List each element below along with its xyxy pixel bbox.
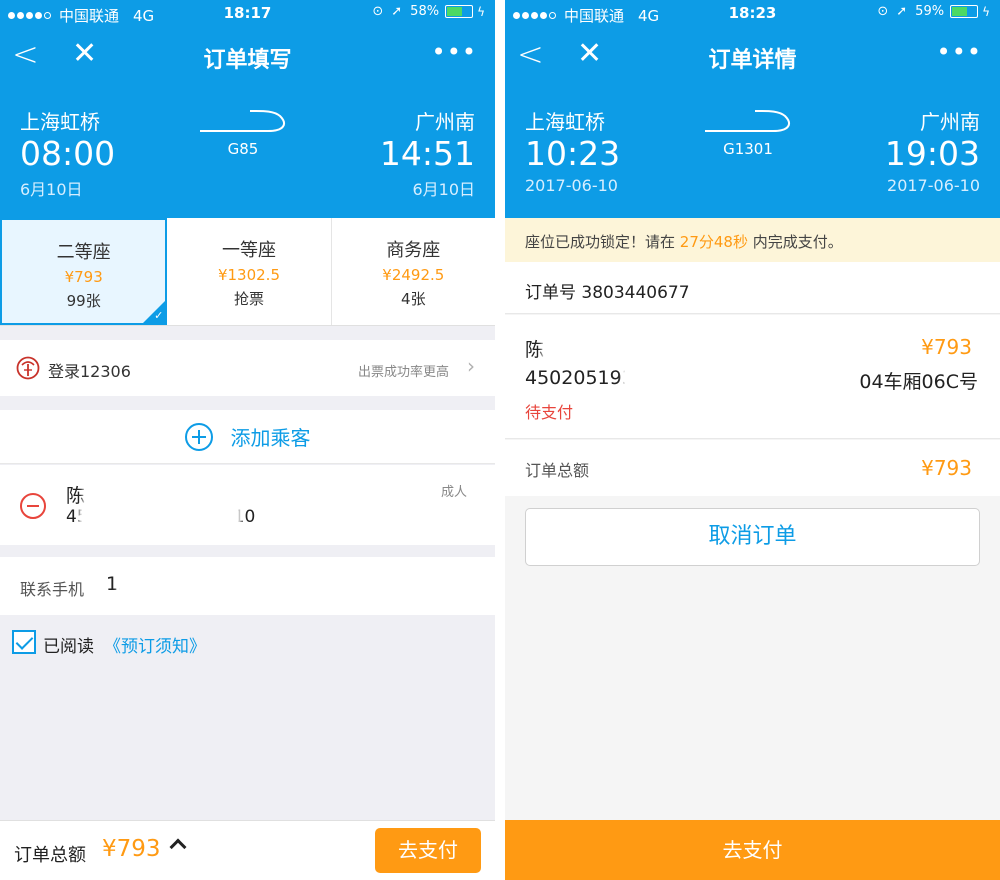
chevron-up-icon[interactable] <box>169 838 187 856</box>
seat-availability: 99张 <box>66 292 101 310</box>
passenger-type: 成人 <box>440 485 467 500</box>
payment-countdown-notice: 座位已成功锁定！请在 27分48秒 内完成支付。 <box>505 218 1000 262</box>
cancel-order-button[interactable]: 取消订单 <box>525 508 980 566</box>
add-circle-icon <box>184 422 213 451</box>
contact-phone-row[interactable]: 联系手机 1301 78 <box>0 557 495 615</box>
departure-station: 上海虹桥 <box>525 110 605 134</box>
pay-button[interactable]: 去支付 <box>375 828 481 873</box>
trip-header: 上海虹桥 08:00 6月10日 G85 广州南 14:51 6月10日 <box>0 86 495 218</box>
status-bar: 中国联通 4G 18:23 ⊙ ➚ 59% ϟ <box>505 0 1000 28</box>
train-number: G85 <box>227 140 259 158</box>
orientation-lock-icon: ⊙ <box>372 4 384 19</box>
seat-type-selector: 二等座 ¥793 99张 ✓ 一等座 ¥1302.5 抢票 商务座 ¥2492.… <box>0 218 495 326</box>
redaction-mask <box>82 507 238 531</box>
check-icon: ✓ <box>154 309 164 322</box>
chevron-right-icon: › <box>467 354 475 378</box>
redaction-mask <box>86 479 124 505</box>
departure-station: 上海虹桥 <box>20 110 100 134</box>
orientation-lock-icon: ⊙ <box>877 4 889 19</box>
location-arrow-icon: ➚ <box>896 4 908 19</box>
passenger-item: 陈 龙 4502051830020 4810 成人 <box>0 465 495 545</box>
agreement-row: 已阅读 《预订须知》 <box>0 615 495 671</box>
remove-passenger-icon[interactable] <box>20 493 46 519</box>
railway-logo-icon <box>16 356 40 380</box>
ticket-item: 陈 龙 ¥793 450205193 4810 04车厢06C号 待支付 <box>505 315 1000 439</box>
login-12306-row[interactable]: 登录12306 出票成功率更高 › <box>0 340 495 396</box>
seat-option-second-class[interactable]: 二等座 ¥793 99张 ✓ <box>0 218 168 325</box>
page-title: 订单详情 <box>708 48 797 73</box>
redaction-mask <box>545 333 589 361</box>
arrival-date: 6月10日 <box>412 180 475 199</box>
charging-icon: ϟ <box>477 4 485 19</box>
seat-price: ¥2492.5 <box>382 266 445 284</box>
total-amount: ¥793 <box>102 836 161 862</box>
seat-number: 04车厢06C号 <box>859 371 978 393</box>
departure-time: 08:00 <box>20 134 116 173</box>
screen-divider <box>495 0 505 880</box>
departure-date: 6月10日 <box>20 180 83 199</box>
seat-name: 商务座 <box>386 240 441 261</box>
seat-price: ¥1302.5 <box>217 266 280 284</box>
agreement-label: 已阅读 <box>43 637 94 657</box>
battery-icon <box>445 5 474 18</box>
arrival-date: 2017-06-10 <box>887 176 980 195</box>
booking-terms-link[interactable]: 《预订须知》 <box>104 632 206 657</box>
contact-phone-label: 联系手机 <box>20 580 85 599</box>
total-amount: ¥793 <box>921 456 972 480</box>
order-total-row: 订单总额 ¥793 <box>505 440 1000 496</box>
seat-option-first-class[interactable]: 一等座 ¥1302.5 抢票 <box>167 218 332 325</box>
battery-percent: 58% <box>410 4 440 19</box>
arrival-time: 19:03 <box>884 134 980 173</box>
login-hint: 出票成功率更高 <box>357 365 449 380</box>
seat-name: 二等座 <box>56 242 111 263</box>
redaction-mask <box>625 365 713 393</box>
order-number: 订单号 3803440677 <box>525 283 690 303</box>
departure-time: 10:23 <box>525 134 621 173</box>
trip-header: 上海虹桥 10:23 2017-06-10 G1301 广州南 19:03 20… <box>505 86 1000 218</box>
add-passenger-button[interactable]: 添加乘客 <box>0 410 495 464</box>
train-number: G1301 <box>723 140 773 158</box>
payment-status: 待支付 <box>525 403 574 422</box>
train-icon <box>705 110 790 132</box>
agreement-checkbox[interactable] <box>12 630 36 654</box>
login-label: 登录12306 <box>48 362 131 381</box>
checkout-bar: 订单总额 ¥793 去支付 <box>0 820 495 880</box>
departure-date: 2017-06-10 <box>525 176 618 195</box>
battery-percent: 59% <box>915 4 945 19</box>
total-label: 订单总额 <box>14 845 86 866</box>
order-detail-screen: 中国联通 4G 18:23 ⊙ ➚ 59% ϟ < ✕ 订单详情 ••• 上海虹… <box>505 0 1000 880</box>
nav-bar: < ✕ 订单详情 ••• <box>505 28 1000 86</box>
location-arrow-icon: ➚ <box>391 4 403 19</box>
battery-icon <box>950 5 979 18</box>
pay-button[interactable]: 去支付 <box>505 820 1000 880</box>
countdown-time: 27分48秒 <box>679 233 748 251</box>
add-passenger-label: 添加乘客 <box>230 426 311 450</box>
seat-availability: 4张 <box>401 290 426 308</box>
notice-suffix: 内完成支付。 <box>747 233 843 251</box>
order-number-row: 订单号 3803440677 <box>505 262 1000 314</box>
nav-bar: < ✕ 订单填写 ••• <box>0 28 495 86</box>
arrival-station: 广州南 <box>920 110 980 134</box>
page-title: 订单填写 <box>203 48 292 73</box>
train-icon <box>200 110 285 132</box>
more-icon[interactable]: ••• <box>937 38 982 66</box>
seat-availability: 抢票 <box>233 290 264 308</box>
order-fill-screen: 中国联通 4G 18:17 ⊙ ➚ 58% ϟ < ✕ 订单填写 ••• 上海虹… <box>0 0 495 880</box>
status-bar: 中国联通 4G 18:17 ⊙ ➚ 58% ϟ <box>0 0 495 28</box>
seat-option-business-class[interactable]: 商务座 ¥2492.5 4张 <box>332 218 495 325</box>
arrival-time: 14:51 <box>379 134 475 173</box>
seat-price: ¥793 <box>64 268 103 286</box>
charging-icon: ϟ <box>982 4 990 19</box>
ticket-price: ¥793 <box>921 335 972 359</box>
notice-prefix: 座位已成功锁定！请在 <box>525 233 680 251</box>
arrival-station: 广州南 <box>415 110 475 134</box>
more-icon[interactable]: ••• <box>432 38 477 66</box>
redaction-mask <box>120 571 212 597</box>
seat-name: 一等座 <box>221 240 276 261</box>
total-label: 订单总额 <box>525 461 590 480</box>
